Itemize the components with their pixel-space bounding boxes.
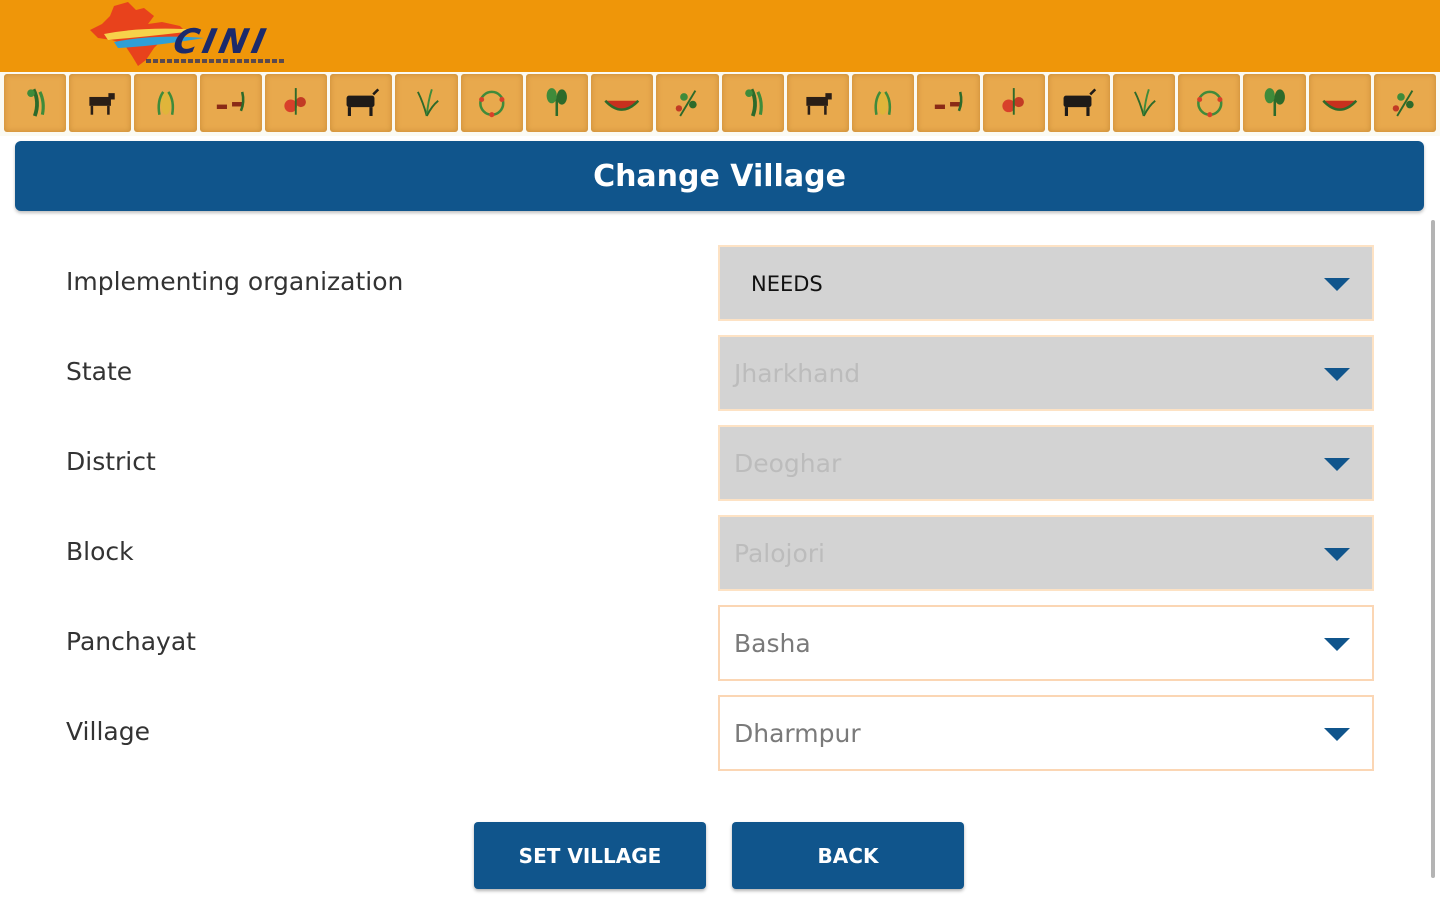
flower-wreath-icon — [479, 90, 505, 117]
decor-tile — [1178, 74, 1241, 132]
scrollbar[interactable] — [1431, 220, 1435, 878]
decor-tile — [982, 74, 1045, 132]
page-title: Change Village — [593, 158, 846, 194]
decor-tile — [917, 74, 980, 132]
herb-icon — [1392, 89, 1414, 117]
select-value: Basha — [734, 629, 811, 658]
form-row-panchayat: Panchayat Basha — [0, 605, 1440, 681]
cow-icon — [806, 92, 832, 115]
dropdown-arrow-icon — [1324, 278, 1350, 291]
decor-tile — [4, 74, 67, 132]
decor-tile — [1243, 74, 1306, 132]
implementing-organization-select[interactable]: NEEDS — [718, 245, 1374, 321]
goats-icon — [216, 91, 245, 112]
decorative-tiles — [4, 74, 1437, 134]
spinach-icon — [546, 87, 568, 116]
decor-tile — [1373, 74, 1437, 132]
logo-text: CINI — [169, 22, 273, 62]
gourd-icon — [27, 88, 46, 117]
dropdown-arrow-icon — [1324, 458, 1350, 471]
cow-icon — [88, 92, 115, 115]
decor-tile — [69, 74, 132, 132]
decor-tile — [1112, 74, 1176, 132]
decor-tile — [134, 74, 197, 132]
decor-tile — [656, 74, 719, 132]
form-row-village: Village Dharmpur — [0, 695, 1440, 771]
field-label: District — [66, 447, 156, 476]
field-label: Panchayat — [66, 627, 196, 656]
select-value: Dharmpur — [734, 719, 861, 748]
field-label: Block — [66, 537, 134, 566]
decor-tile — [199, 74, 262, 132]
buffalo-icon — [346, 88, 379, 116]
spinach-icon — [1264, 87, 1285, 116]
tomato-plant-icon — [1002, 87, 1024, 115]
app-bar: CINI — [0, 0, 1440, 72]
watermelon-icon — [1322, 99, 1358, 111]
corn-icon — [874, 90, 892, 115]
state-select[interactable]: Jharkhand — [718, 335, 1374, 411]
watermelon-icon — [604, 99, 640, 111]
form-row-district: District Deoghar — [0, 425, 1440, 501]
select-value: Palojori — [734, 539, 825, 568]
dropdown-arrow-icon — [1324, 368, 1350, 381]
decor-tile — [264, 74, 328, 132]
panchayat-select[interactable]: Basha — [718, 605, 1374, 681]
decor-tile — [852, 74, 915, 132]
grass-icon — [1134, 88, 1157, 117]
decor-tile — [460, 74, 523, 132]
decor-tile — [395, 74, 458, 132]
decor-tile — [330, 74, 393, 132]
cini-logo: CINI — [84, 0, 290, 72]
decorative-border — [0, 72, 1440, 136]
set-village-button[interactable]: SET VILLAGE — [474, 822, 706, 889]
form-row-block: Block Palojori — [0, 515, 1440, 591]
select-value: Deoghar — [734, 449, 842, 478]
district-select[interactable]: Deoghar — [718, 425, 1374, 501]
decor-tile — [1308, 74, 1371, 132]
decor-tile — [591, 74, 654, 132]
goats-icon — [934, 91, 963, 112]
block-select[interactable]: Palojori — [718, 515, 1374, 591]
back-button[interactable]: BACK — [732, 822, 964, 889]
tomato-plant-icon — [284, 87, 307, 115]
field-label: Implementing organization — [66, 267, 404, 296]
decor-tile — [721, 74, 784, 132]
field-label: Village — [66, 717, 150, 746]
herb-icon — [675, 89, 697, 117]
decor-tile — [1047, 74, 1110, 132]
dropdown-arrow-icon — [1324, 548, 1350, 561]
dropdown-arrow-icon — [1324, 638, 1350, 651]
buffalo-icon — [1063, 88, 1097, 116]
flower-wreath-icon — [1196, 90, 1223, 117]
village-select[interactable]: Dharmpur — [718, 695, 1374, 771]
logo-tagline — [146, 59, 286, 63]
form-row-implementing-organization: Implementing organization NEEDS — [0, 245, 1440, 321]
select-value: NEEDS — [751, 272, 823, 296]
form-row-state: State Jharkhand — [0, 335, 1440, 411]
decor-tile — [786, 74, 850, 132]
gourd-icon — [745, 88, 763, 117]
page-title-banner: Change Village — [15, 141, 1424, 211]
corn-icon — [157, 90, 174, 115]
grass-icon — [416, 88, 439, 117]
field-label: State — [66, 357, 133, 386]
dropdown-arrow-icon — [1324, 728, 1350, 741]
decor-tile — [525, 74, 589, 132]
select-value: Jharkhand — [734, 359, 861, 388]
